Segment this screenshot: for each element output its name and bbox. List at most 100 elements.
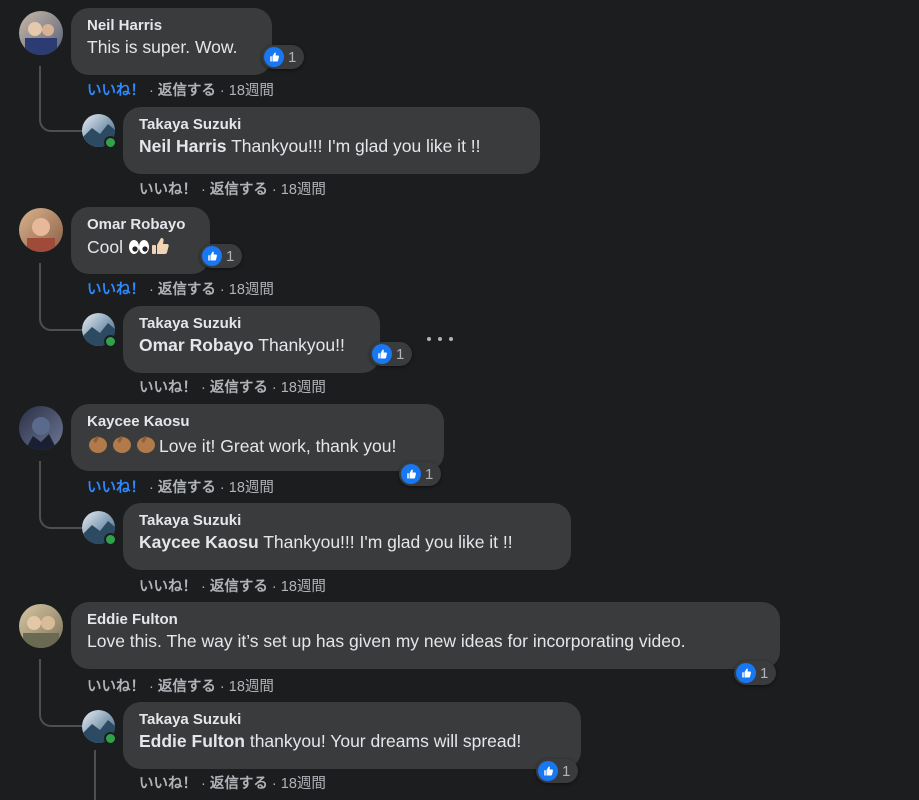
comment-thread: Neil Harris This is super. Wow. 1 いいね！ ·…: [0, 0, 919, 800]
comment-bubble: Eddie Fulton Love this. The way it’s set…: [71, 602, 780, 669]
avatar[interactable]: [19, 604, 63, 648]
reply-actions: いいね！ · 返信する · 18週間: [139, 376, 326, 397]
thread-line: [39, 263, 85, 331]
separator: ·: [197, 182, 210, 198]
comment-author[interactable]: Neil Harris: [87, 17, 256, 34]
comment-author[interactable]: Eddie Fulton: [87, 611, 764, 628]
thumbs-up-emoji-icon: [150, 236, 170, 261]
comment-author[interactable]: Omar Robayo: [87, 216, 194, 233]
reply-actions: いいね！ · 返信する · 18週間: [139, 178, 326, 199]
mention[interactable]: Kaycee Kaosu: [139, 532, 259, 552]
comment-text: This is super. Wow.: [87, 37, 238, 57]
like-link[interactable]: いいね！: [87, 83, 145, 99]
like-thumb-icon: [202, 246, 222, 266]
reaction-badge[interactable]: 1: [200, 244, 243, 268]
timestamp[interactable]: 18週間: [281, 380, 326, 396]
comment-actions: いいね！ · 返信する · 18週間: [87, 476, 274, 497]
reply-link[interactable]: 返信する: [210, 182, 268, 198]
reaction-count: 1: [396, 345, 405, 363]
reaction-badge[interactable]: 1: [370, 342, 413, 366]
timestamp[interactable]: 18週間: [281, 776, 326, 792]
like-link[interactable]: いいね！: [139, 182, 197, 198]
reply-author[interactable]: Takaya Suzuki: [139, 711, 565, 728]
like-link[interactable]: いいね！: [139, 579, 197, 595]
reply-link[interactable]: 返信する: [158, 282, 216, 298]
comment-actions: いいね！ · 返信する · 18週間: [87, 278, 274, 299]
separator: ·: [215, 282, 229, 298]
thread-line: [94, 750, 96, 800]
comment-author[interactable]: Kaycee Kaosu: [87, 413, 428, 430]
like-link[interactable]: いいね！: [139, 380, 197, 396]
mention[interactable]: Eddie Fulton: [139, 731, 245, 751]
online-status-icon: [104, 136, 117, 149]
online-status-icon: [104, 533, 117, 546]
comment-text: Love this. The way it’s set up has given…: [87, 631, 686, 651]
thread-line: [39, 659, 85, 727]
more-options-icon[interactable]: [427, 329, 453, 349]
reaction-count: 1: [425, 465, 434, 483]
reply-bubble: Takaya Suzuki Neil Harris Thankyou!!! I'…: [123, 107, 540, 174]
reply-author[interactable]: Takaya Suzuki: [139, 315, 364, 332]
like-link[interactable]: いいね！: [87, 679, 145, 695]
separator: ·: [267, 182, 281, 198]
comment-bubble: Neil Harris This is super. Wow.: [71, 8, 272, 75]
reaction-badge[interactable]: 1: [734, 661, 777, 685]
like-thumb-icon: [264, 47, 284, 67]
timestamp[interactable]: 18週間: [229, 83, 274, 99]
like-link[interactable]: いいね！: [139, 776, 197, 792]
timestamp[interactable]: 18週間: [229, 282, 274, 298]
separator: ·: [197, 776, 210, 792]
reaction-count: 1: [226, 247, 235, 265]
reply-link[interactable]: 返信する: [158, 679, 216, 695]
reply-text: Kaycee Kaosu Thankyou!!! I'm glad you li…: [139, 532, 513, 552]
reply-text: Omar Robayo Thankyou!!: [139, 335, 345, 355]
reply-link[interactable]: 返信する: [210, 579, 268, 595]
reply-link[interactable]: 返信する: [210, 776, 268, 792]
comment-bubble: Kaycee Kaosu Love it! Great work, thank …: [71, 404, 444, 471]
eyes-emoji-icon: [128, 238, 150, 261]
like-link[interactable]: いいね！: [87, 480, 145, 496]
separator: ·: [267, 380, 281, 396]
reply-text: Neil Harris Thankyou!!! I'm glad you lik…: [139, 136, 481, 156]
reply-link[interactable]: 返信する: [210, 380, 268, 396]
separator: ·: [215, 480, 229, 496]
mention[interactable]: Omar Robayo: [139, 335, 254, 355]
clapping-hands-emoji-icon: [87, 433, 159, 460]
reply-link[interactable]: 返信する: [158, 83, 216, 99]
comment-actions: いいね！ · 返信する · 18週間: [87, 79, 274, 100]
timestamp[interactable]: 18週間: [229, 679, 274, 695]
mention[interactable]: Neil Harris: [139, 136, 227, 156]
comment-text: Cool: [87, 237, 170, 257]
like-thumb-icon: [401, 464, 421, 484]
reaction-badge[interactable]: 1: [262, 45, 305, 69]
reply-bubble: Takaya Suzuki Omar Robayo Thankyou!!: [123, 306, 380, 373]
separator: ·: [145, 480, 158, 496]
reaction-badge[interactable]: 1: [399, 462, 442, 486]
timestamp[interactable]: 18週間: [229, 480, 274, 496]
avatar[interactable]: [19, 11, 63, 55]
comment-bubble: Omar Robayo Cool: [71, 207, 210, 274]
timestamp[interactable]: 18週間: [281, 182, 326, 198]
reply-actions: いいね！ · 返信する · 18週間: [139, 772, 326, 793]
like-thumb-icon: [538, 761, 558, 781]
reply-bubble: Takaya Suzuki Eddie Fulton thankyou! You…: [123, 702, 581, 769]
reaction-count: 1: [562, 762, 571, 780]
avatar[interactable]: [19, 208, 63, 252]
timestamp[interactable]: 18週間: [281, 579, 326, 595]
comment-actions: いいね！ · 返信する · 18週間: [87, 675, 274, 696]
separator: ·: [145, 282, 158, 298]
reply-author[interactable]: Takaya Suzuki: [139, 116, 524, 133]
thread-line: [39, 66, 85, 132]
reaction-count: 1: [760, 664, 769, 682]
separator: ·: [145, 679, 158, 695]
separator: ·: [267, 776, 281, 792]
reaction-badge[interactable]: 1: [536, 759, 579, 783]
avatar[interactable]: [19, 406, 63, 450]
reaction-count: 1: [288, 48, 297, 66]
online-status-icon: [104, 335, 117, 348]
like-link[interactable]: いいね！: [87, 282, 145, 298]
reply-author[interactable]: Takaya Suzuki: [139, 512, 555, 529]
separator: ·: [197, 579, 210, 595]
reply-link[interactable]: 返信する: [158, 480, 216, 496]
separator: ·: [197, 380, 210, 396]
